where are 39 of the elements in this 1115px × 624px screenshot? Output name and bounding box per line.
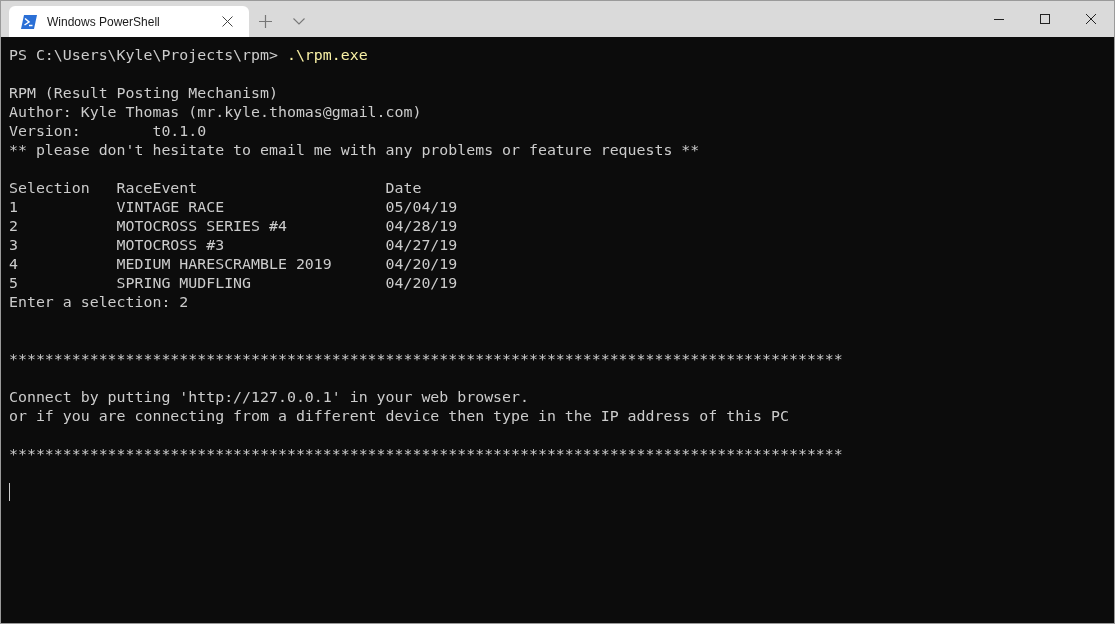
output-line: ** please don't hesitate to email me with any problems or feature requests ** — [9, 141, 701, 160]
prompt-text: PS C:\Users\Kyle\Projects\rpm> — [9, 46, 279, 65]
output-line: Connect by putting 'http://127.0.0.1' in your web browser. — [9, 388, 530, 407]
plus-icon — [258, 14, 272, 28]
powershell-icon — [21, 14, 37, 29]
table-cell-text: SPRING MUDFLING — [116, 274, 253, 293]
table-cell-text: 4 — [9, 255, 19, 274]
table-cell-text: 2 — [9, 217, 19, 236]
table-cell-text: MOTOCROSS #3 — [116, 236, 226, 255]
output-line: RPM (Result Posting Mechanism) — [9, 84, 279, 103]
table-cell-text: 1 — [9, 198, 19, 217]
output-line: or if you are connecting from a different device then type in the IP address of this PC — [9, 407, 790, 426]
table-cell-text: 3 — [9, 236, 19, 255]
table-cell: 04/27/19 — [385, 236, 458, 255]
output-line: Version: t0.1.0 — [9, 122, 208, 141]
table-cell-text: MEDIUM HARESCRAMBLE 2019 — [116, 255, 333, 274]
table-cell: 04/20/19 — [385, 255, 458, 274]
text-cursor — [9, 483, 10, 501]
maximize-icon — [1040, 14, 1050, 24]
close-icon — [221, 16, 233, 27]
table-cell: 05/04/19 — [385, 198, 458, 217]
output-line: Author: Kyle Thomas (mr.kyle.thomas@gmail.com) — [9, 103, 423, 122]
command-text: .\rpm.exe — [286, 46, 368, 65]
table-cell-text: 5 — [9, 274, 19, 293]
asterisk-rule: ********************************************************************************************* — [9, 445, 844, 464]
table-cell: 04/28/19 — [385, 217, 458, 236]
input-line: Enter a selection: 2 — [9, 293, 190, 312]
minimize-icon — [994, 18, 1004, 20]
table-cell-text: MOTOCROSS SERIES #4 — [116, 217, 288, 236]
table-cell: 04/20/19 — [385, 274, 458, 293]
asterisk-rule: ********************************************************************************************* — [9, 350, 844, 369]
chevron-down-icon — [293, 17, 305, 25]
tab-title: Windows PowerShell — [47, 14, 161, 29]
column-header: RaceEvent — [116, 179, 199, 198]
column-header: Date — [385, 179, 423, 198]
table-cell-text: VINTAGE RACE — [116, 198, 226, 217]
column-header: Selection — [9, 179, 91, 198]
close-icon — [1086, 14, 1096, 24]
terminal-tab[interactable]: Windows PowerShell — [9, 6, 249, 37]
